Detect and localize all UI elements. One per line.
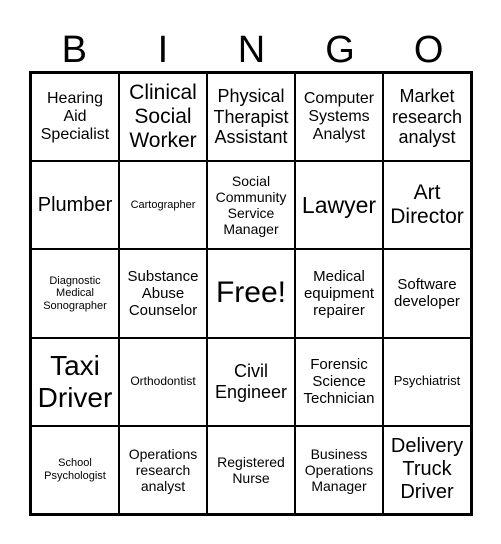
header-letter-g: G (325, 29, 355, 71)
bingo-cell[interactable]: Psychiatrist (383, 337, 471, 426)
bingo-cell[interactable]: Medical equipment repairer (295, 249, 383, 338)
header-letter-o: O (413, 29, 444, 71)
bingo-cell[interactable]: Diagnostic Medical Sonographer (31, 249, 119, 338)
bingo-cell[interactable]: Lawyer (295, 161, 383, 250)
bingo-cell[interactable]: Market research analyst (383, 73, 471, 162)
bingo-cell[interactable]: Clinical Social Worker (119, 73, 207, 162)
bingo-cell[interactable]: School Psychologist (31, 425, 119, 514)
bingo-cell[interactable]: Taxi Driver (31, 337, 119, 426)
bingo-cell[interactable]: Substance Abuse Counselor (119, 249, 207, 338)
bingo-grid: Hearing Aid Specialist Clinical Social W… (29, 71, 473, 516)
bingo-cell[interactable]: Operations research analyst (119, 425, 207, 514)
bingo-cell[interactable]: Plumber (31, 161, 119, 250)
header-letter-n: N (237, 29, 266, 71)
bingo-cell[interactable]: Civil Engineer (207, 337, 295, 426)
bingo-cell[interactable]: Computer Systems Analyst (295, 73, 383, 162)
bingo-cell[interactable]: Cartographer (119, 161, 207, 250)
bingo-cell[interactable]: Hearing Aid Specialist (31, 73, 119, 162)
bingo-cell[interactable]: Social Community Service Manager (207, 161, 295, 250)
bingo-cell[interactable]: Business Operations Manager (295, 425, 383, 514)
header-letter-i: I (157, 29, 169, 71)
bingo-cell[interactable]: Software developer (383, 249, 471, 338)
bingo-cell[interactable]: Physical Therapist Assistant (207, 73, 295, 162)
bingo-cell[interactable]: Forensic Science Technician (295, 337, 383, 426)
bingo-cell[interactable]: Orthodontist (119, 337, 207, 426)
bingo-cell[interactable]: Registered Nurse (207, 425, 295, 514)
bingo-cell[interactable]: Delivery Truck Driver (383, 425, 471, 514)
bingo-header: B I N G O (30, 28, 473, 72)
bingo-cell[interactable]: Art Director (383, 161, 471, 250)
free-space-cell[interactable]: Free! (207, 249, 295, 338)
header-letter-b: B (61, 29, 87, 71)
